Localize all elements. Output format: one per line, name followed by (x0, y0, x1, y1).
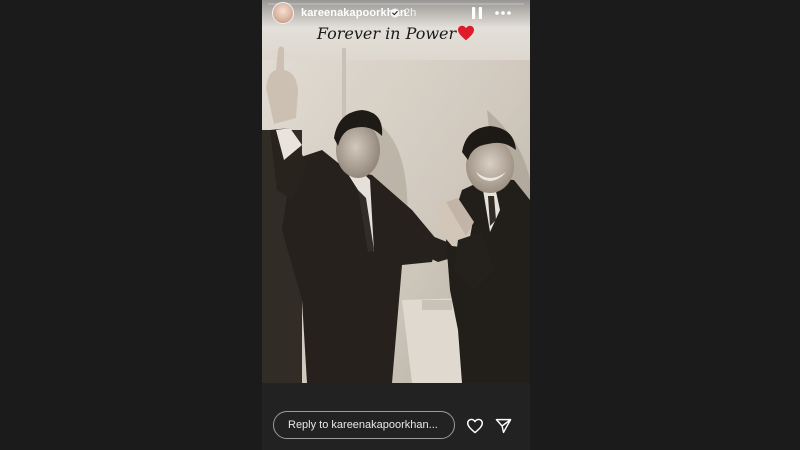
avatar[interactable] (272, 2, 294, 24)
more-options-icon[interactable] (494, 6, 512, 20)
story-header: kareenakapoorkhan 2h (262, 0, 530, 28)
verified-badge-icon (390, 8, 400, 18)
red-heart-emoji-icon (457, 25, 475, 45)
post-time: 2h (404, 7, 417, 19)
screen-background: Forever in Power kareenakapoorkhan 2h (0, 0, 800, 450)
story-photo (262, 0, 530, 383)
story-viewer[interactable]: Forever in Power kareenakapoorkhan 2h (262, 0, 530, 450)
heart-icon[interactable] (466, 418, 484, 434)
reply-input[interactable] (273, 411, 455, 439)
send-icon[interactable] (495, 418, 512, 434)
vintage-photo-illustration (262, 0, 530, 383)
pause-icon[interactable] (471, 6, 483, 20)
story-footer (262, 383, 530, 450)
